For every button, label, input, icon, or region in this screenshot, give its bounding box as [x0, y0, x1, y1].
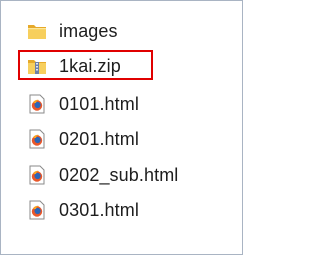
firefox-html-icon	[27, 200, 47, 220]
folder-icon	[27, 21, 47, 41]
firefox-html-icon	[27, 129, 47, 149]
file-item-0101[interactable]: 0101.html	[27, 92, 139, 116]
file-list-panel: images 1kai.zip 0101.html 0201.html 0202…	[0, 0, 243, 255]
file-item-images[interactable]: images	[27, 19, 118, 43]
file-item-0201[interactable]: 0201.html	[27, 127, 139, 151]
file-name: images	[59, 20, 118, 41]
highlight-box	[18, 50, 153, 80]
file-item-0301[interactable]: 0301.html	[27, 198, 139, 222]
firefox-html-icon	[27, 94, 47, 114]
file-item-0202-sub[interactable]: 0202_sub.html	[27, 163, 178, 187]
file-name: 0101.html	[59, 93, 139, 114]
file-name: 0202_sub.html	[59, 164, 179, 185]
file-name: 0201.html	[59, 128, 139, 149]
file-name: 0301.html	[59, 199, 139, 220]
firefox-html-icon	[27, 165, 47, 185]
